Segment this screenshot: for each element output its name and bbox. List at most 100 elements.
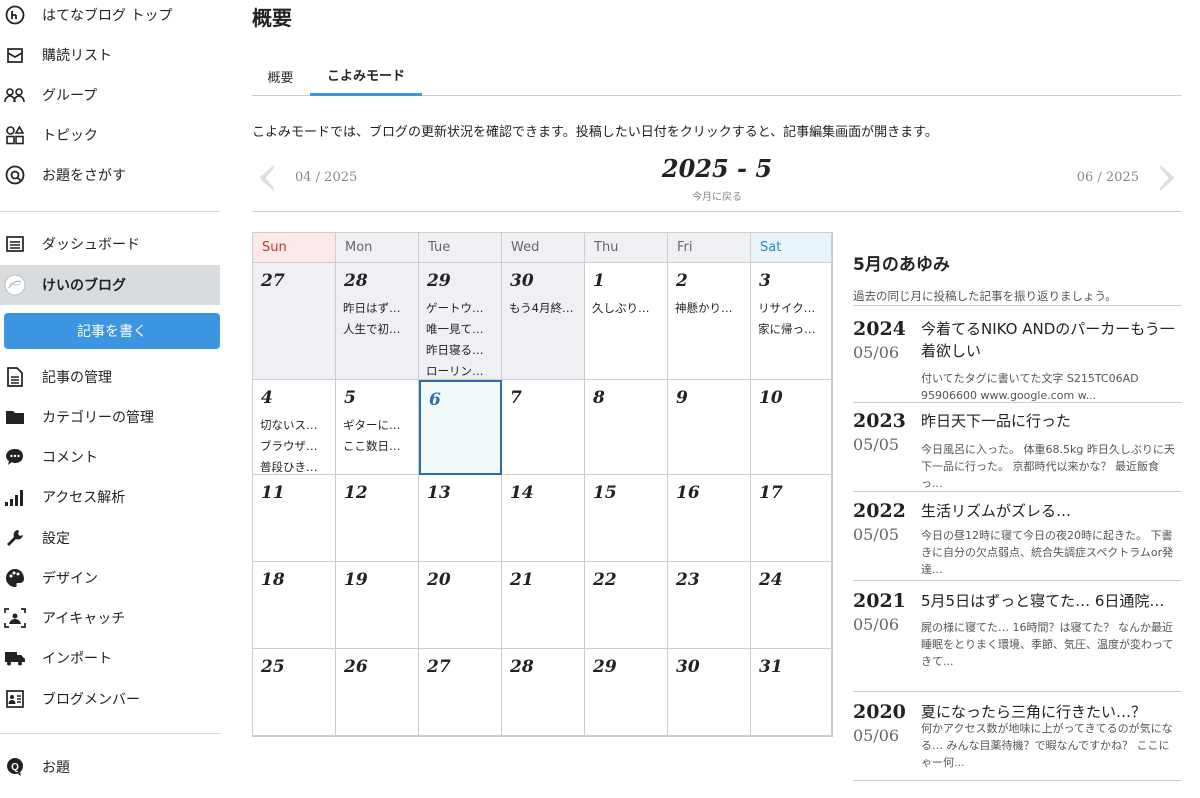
post-link[interactable]: 昨日寝る…	[426, 340, 484, 361]
post-link[interactable]: もう4月終…	[509, 298, 573, 319]
write-article-button[interactable]: 記事を書く	[4, 313, 220, 349]
day-number: 16	[676, 483, 700, 503]
calendar-day-cell[interactable]: 23	[668, 562, 751, 649]
calendar-day-cell[interactable]: 11	[253, 475, 336, 562]
calendar-day-cell[interactable]: 7	[502, 380, 585, 475]
sidebar-item-dashboard[interactable]: ダッシュボード	[0, 224, 220, 264]
tab-koyomi-mode[interactable]: こよみモード	[310, 56, 422, 96]
sidebar-item-blog[interactable]: けいのブログ	[0, 265, 220, 305]
sidebar-item-subscription[interactable]: 購読リスト	[0, 35, 220, 75]
day-number: 29	[593, 657, 617, 677]
chevron-right-icon[interactable]: ›	[1155, 146, 1178, 204]
history-item[interactable]: 2023 05/05 昨日天下一品に行った 今日風呂に入った。 体重68.5kg 昨日…	[853, 410, 1182, 491]
calendar-day-cell[interactable]: 14	[502, 475, 585, 562]
sidebar-item-eyecatch[interactable]: アイキャッチ	[0, 598, 220, 638]
calendar-day-cell[interactable]: 6	[419, 380, 502, 475]
post-link[interactable]: 普段ひき…	[260, 457, 318, 474]
day-number: 29	[427, 271, 451, 291]
calendar-day-cell[interactable]: 31	[751, 649, 832, 736]
sidebar-item-design[interactable]: デザイン	[0, 558, 220, 598]
calendar-day-cell[interactable]: 2 神懸かり…	[668, 263, 751, 380]
calendar-day-cell[interactable]: 28 昨日はず… 人生で初…	[336, 263, 419, 380]
calendar-day-cell[interactable]: 21	[502, 562, 585, 649]
sidebar-item-group[interactable]: グループ	[0, 75, 220, 115]
day-number: 21	[510, 570, 534, 590]
sidebar-item-settings[interactable]: 設定	[0, 518, 220, 558]
subscription-icon	[4, 44, 26, 66]
calendar-day-cell[interactable]: 22	[585, 562, 668, 649]
history-date: 05/06	[853, 343, 900, 362]
calendar-day-cell[interactable]: 27	[419, 649, 502, 736]
odai-icon: Q	[4, 756, 26, 778]
calendar-day-cell[interactable]: 4 切ないス… ブラウザ… 普段ひき…	[253, 380, 336, 475]
post-link[interactable]: 唯一見て…	[426, 319, 484, 340]
post-link[interactable]: 久しぶり…	[592, 298, 650, 319]
sidebar-item-member[interactable]: ブログメンバー	[0, 679, 220, 719]
back-to-this-month-link[interactable]: 今月に戻る	[252, 188, 1182, 203]
calendar-day-cell[interactable]: 9	[668, 380, 751, 475]
calendar-day-cell[interactable]: 30 もう4月終…	[502, 263, 585, 380]
calendar-day-cell[interactable]: 8	[585, 380, 668, 475]
tab-overview[interactable]: 概要	[252, 56, 309, 96]
history-divider	[853, 580, 1182, 581]
next-month-link[interactable]: 06 / 2025	[1077, 170, 1139, 185]
calendar-day-cell[interactable]: 27	[253, 263, 336, 380]
calendar-day-cell[interactable]: 12	[336, 475, 419, 562]
history-item[interactable]: 2021 05/06 5月5日はずっと寝てた… 6日通院… 屍の様に寝てた… 16時間…	[853, 590, 1182, 691]
history-article-title[interactable]: 昨日天下一品に行った	[921, 410, 1182, 432]
history-article-title[interactable]: 今着てるNIKO ANDのパーカーもう一着欲しい	[921, 318, 1182, 362]
calendar-day-cell[interactable]: 30	[668, 649, 751, 736]
calendar-day-cell[interactable]: 1 久しぶり…	[585, 263, 668, 380]
weekday-header: Fri	[668, 233, 751, 263]
post-link[interactable]: ローリン…	[426, 361, 484, 379]
weekday-header: Mon	[336, 233, 419, 263]
sidebar-item-topic[interactable]: トピック	[0, 115, 220, 155]
post-link[interactable]: 神懸かり…	[675, 298, 733, 319]
sidebar-item-label: コメント	[42, 450, 98, 466]
calendar-day-cell[interactable]: 20	[419, 562, 502, 649]
calendar-day-cell[interactable]: 29	[585, 649, 668, 736]
koyomi-description: こよみモードでは、ブログの更新状況を確認できます。投稿したい日付をクリックすると…	[252, 125, 938, 140]
sidebar-item-category-manage[interactable]: カテゴリーの管理	[0, 397, 220, 437]
calendar-day-cell[interactable]: 16	[668, 475, 751, 562]
post-link[interactable]: 家に帰っ…	[758, 319, 816, 340]
post-link[interactable]: 切ないス…	[260, 415, 318, 436]
day-posts: リサイク… 家に帰っ…	[758, 298, 816, 340]
post-link[interactable]: リサイク…	[758, 298, 816, 319]
calendar-day-cell[interactable]: 24	[751, 562, 832, 649]
sidebar-item-import[interactable]: インポート	[0, 638, 220, 678]
history-item[interactable]: 2022 05/05 生活リズムがズレる… 今日の昼12時に寝て今日の夜20時に起きた…	[853, 500, 1182, 580]
sidebar-item-hatena-top[interactable]: はてなブログ トップ	[0, 0, 220, 35]
calendar-day-cell[interactable]: 13	[419, 475, 502, 562]
calendar-day-cell[interactable]: 10	[751, 380, 832, 475]
calendar-day-cell[interactable]: 17	[751, 475, 832, 562]
day-number: 26	[344, 657, 368, 677]
calendar-day-cell[interactable]: 25	[253, 649, 336, 736]
history-article-excerpt: 付いてたタグに書いてた文字 S215TC06AD 95906600 www.go…	[921, 372, 1139, 402]
history-article-title[interactable]: 生活リズムがズレる…	[921, 500, 1182, 522]
post-link[interactable]: 昨日はず…	[343, 298, 401, 319]
post-link[interactable]: 人生で初…	[343, 319, 401, 340]
history-article-title[interactable]: 5月5日はずっと寝てた… 6日通院…	[921, 590, 1182, 612]
calendar-day-cell[interactable]: 28	[502, 649, 585, 736]
calendar-day-cell[interactable]: 29 ゲートウ… 唯一見て… 昨日寝る… ローリン…	[419, 263, 502, 380]
sidebar-item-comment[interactable]: コメント	[0, 437, 220, 477]
calendar-day-cell[interactable]: 3 リサイク… 家に帰っ…	[751, 263, 832, 380]
sidebar-item-article-manage[interactable]: 記事の管理	[0, 357, 220, 397]
history-item[interactable]: 2024 05/06 今着てるNIKO ANDのパーカーもう一着欲しい 付いてたタグに…	[853, 318, 1182, 402]
post-link[interactable]: ここ数日…	[343, 436, 401, 457]
history-article-excerpt: 何かアクセス数が地味に上がってきてるのが気になる… みんな目薬待機？で暇なんです…	[921, 722, 1173, 769]
calendar-day-cell[interactable]: 26	[336, 649, 419, 736]
calendar-day-cell[interactable]: 15	[585, 475, 668, 562]
post-link[interactable]: ギターに…	[343, 415, 401, 436]
sidebar-item-theme-search[interactable]: お題をさがす	[0, 155, 220, 195]
calendar-day-cell[interactable]: 5 ギターに… ここ数日…	[336, 380, 419, 475]
sidebar-item-odai[interactable]: Q お題	[0, 747, 220, 787]
history-item[interactable]: 2020 05/06 夏になったら三角に行きたい…？ 何かアクセス数が地味に上がってき…	[853, 701, 1182, 780]
sidebar-divider	[0, 211, 220, 212]
post-link[interactable]: ゲートウ…	[426, 298, 484, 319]
calendar-day-cell[interactable]: 19	[336, 562, 419, 649]
calendar-day-cell[interactable]: 18	[253, 562, 336, 649]
sidebar-item-analytics[interactable]: アクセス解析	[0, 477, 220, 517]
post-link[interactable]: ブラウザ…	[260, 436, 318, 457]
